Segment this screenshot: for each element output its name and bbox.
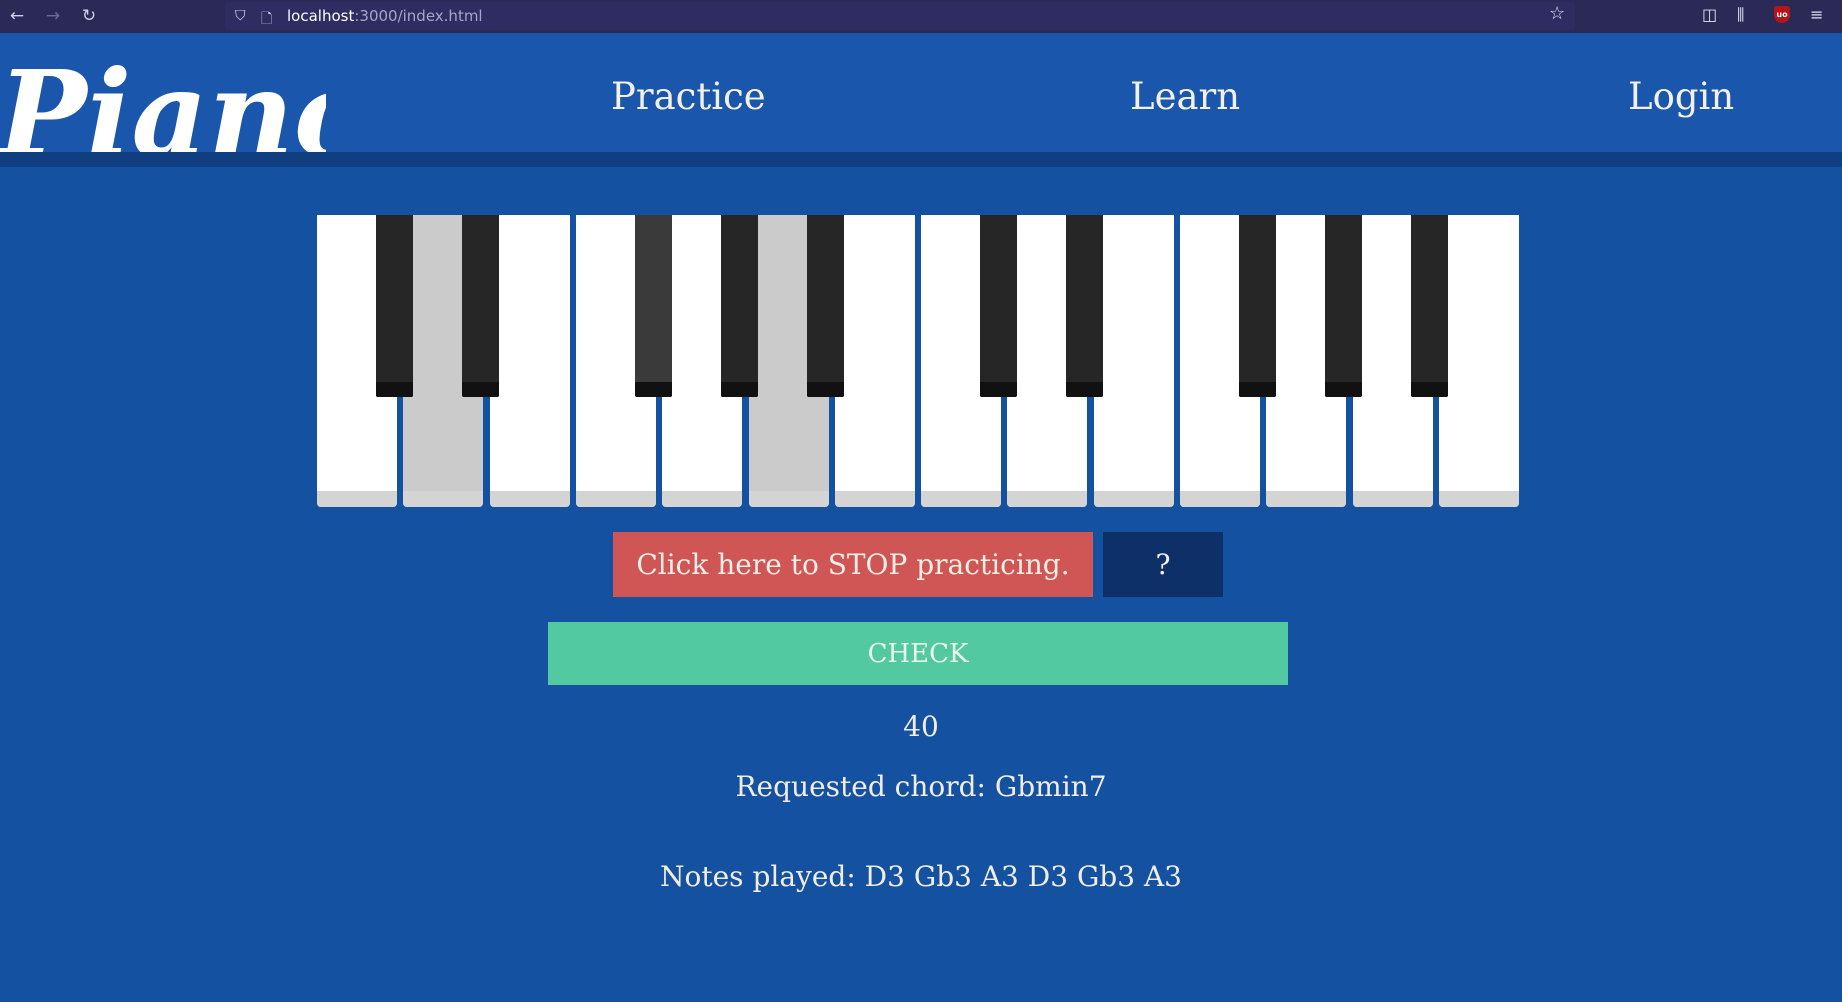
key-lip <box>1007 491 1088 507</box>
key-lip <box>634 382 672 397</box>
key-lip <box>1325 382 1363 397</box>
black-key-asharp[interactable] <box>807 215 845 397</box>
black-key-gsharp[interactable] <box>1325 215 1363 397</box>
key-lip <box>489 491 570 507</box>
ublock-icon[interactable]: uo <box>1774 6 1790 23</box>
key-lip <box>748 491 829 507</box>
menu-icon[interactable]: ≡ <box>1810 5 1823 24</box>
black-key-gsharp[interactable] <box>721 215 758 397</box>
key-lip <box>1093 491 1174 507</box>
key-lip <box>1066 382 1104 397</box>
requested-chord: Requested chord: Gbmin7 <box>735 770 1107 803</box>
key-lip <box>403 491 484 507</box>
black-key-dsharp[interactable] <box>1066 215 1104 397</box>
shield-icon[interactable]: ⛉ <box>235 8 246 24</box>
reload-icon[interactable]: ↻ <box>78 5 100 27</box>
black-key-dsharp[interactable] <box>462 215 500 397</box>
header-divider <box>0 152 1842 167</box>
address-bar[interactable]: ⛉ 🗋 localhost:3000/index.html <box>225 2 1575 30</box>
black-key-asharp[interactable] <box>1411 215 1449 397</box>
black-key-csharp[interactable] <box>375 215 413 397</box>
key-lip <box>1238 382 1276 397</box>
key-lip <box>1180 491 1260 507</box>
key-lip <box>575 491 656 507</box>
forward-arrow-icon[interactable]: → <box>42 5 64 27</box>
score-value: 40 <box>903 710 939 743</box>
key-lip <box>1411 382 1449 397</box>
key-lip <box>317 491 397 507</box>
black-key-csharp[interactable] <box>979 215 1017 397</box>
nav-login[interactable]: Login <box>1628 75 1734 118</box>
key-lip <box>921 491 1002 507</box>
back-arrow-icon[interactable]: ← <box>6 5 28 27</box>
key-lip <box>662 491 743 507</box>
key-lip <box>721 382 758 397</box>
key-lip <box>807 382 845 397</box>
library-icon[interactable]: ⫼ <box>1737 5 1744 25</box>
page-icon: 🗋 <box>261 11 273 27</box>
black-key-fsharp[interactable] <box>1238 215 1276 397</box>
nav-learn[interactable]: Learn <box>1130 75 1240 118</box>
key-lip <box>834 491 915 507</box>
notes-played: Notes played: D3 Gb3 A3 D3 Gb3 A3 <box>660 860 1182 893</box>
piano-keyboard <box>317 215 1519 507</box>
key-lip <box>462 382 500 397</box>
url-text[interactable]: localhost:3000/index.html <box>287 7 483 25</box>
white-key-e[interactable] <box>489 215 570 507</box>
browser-toolbar: ← → ↻ ⛉ 🗋 localhost:3000/index.html ☆ ◫ … <box>0 0 1842 33</box>
nav-practice[interactable]: Practice <box>611 75 766 118</box>
key-lip <box>979 382 1017 397</box>
help-button[interactable]: ? <box>1103 532 1223 597</box>
white-key-b[interactable] <box>834 215 915 507</box>
key-lip <box>1438 491 1519 507</box>
key-lip <box>1352 491 1433 507</box>
black-key-fsharp[interactable] <box>634 215 672 397</box>
key-lip <box>1266 491 1347 507</box>
site-header: Piano Practice Learn Login <box>0 33 1842 177</box>
pocket-icon[interactable]: ◫ <box>1702 5 1717 24</box>
key-lip <box>375 382 413 397</box>
white-key-b[interactable] <box>1438 215 1519 507</box>
stop-practicing-button[interactable]: Click here to STOP practicing. <box>613 532 1093 597</box>
white-key-e[interactable] <box>1093 215 1174 507</box>
star-icon[interactable]: ☆ <box>1549 3 1565 24</box>
check-button[interactable]: CHECK <box>548 622 1288 685</box>
